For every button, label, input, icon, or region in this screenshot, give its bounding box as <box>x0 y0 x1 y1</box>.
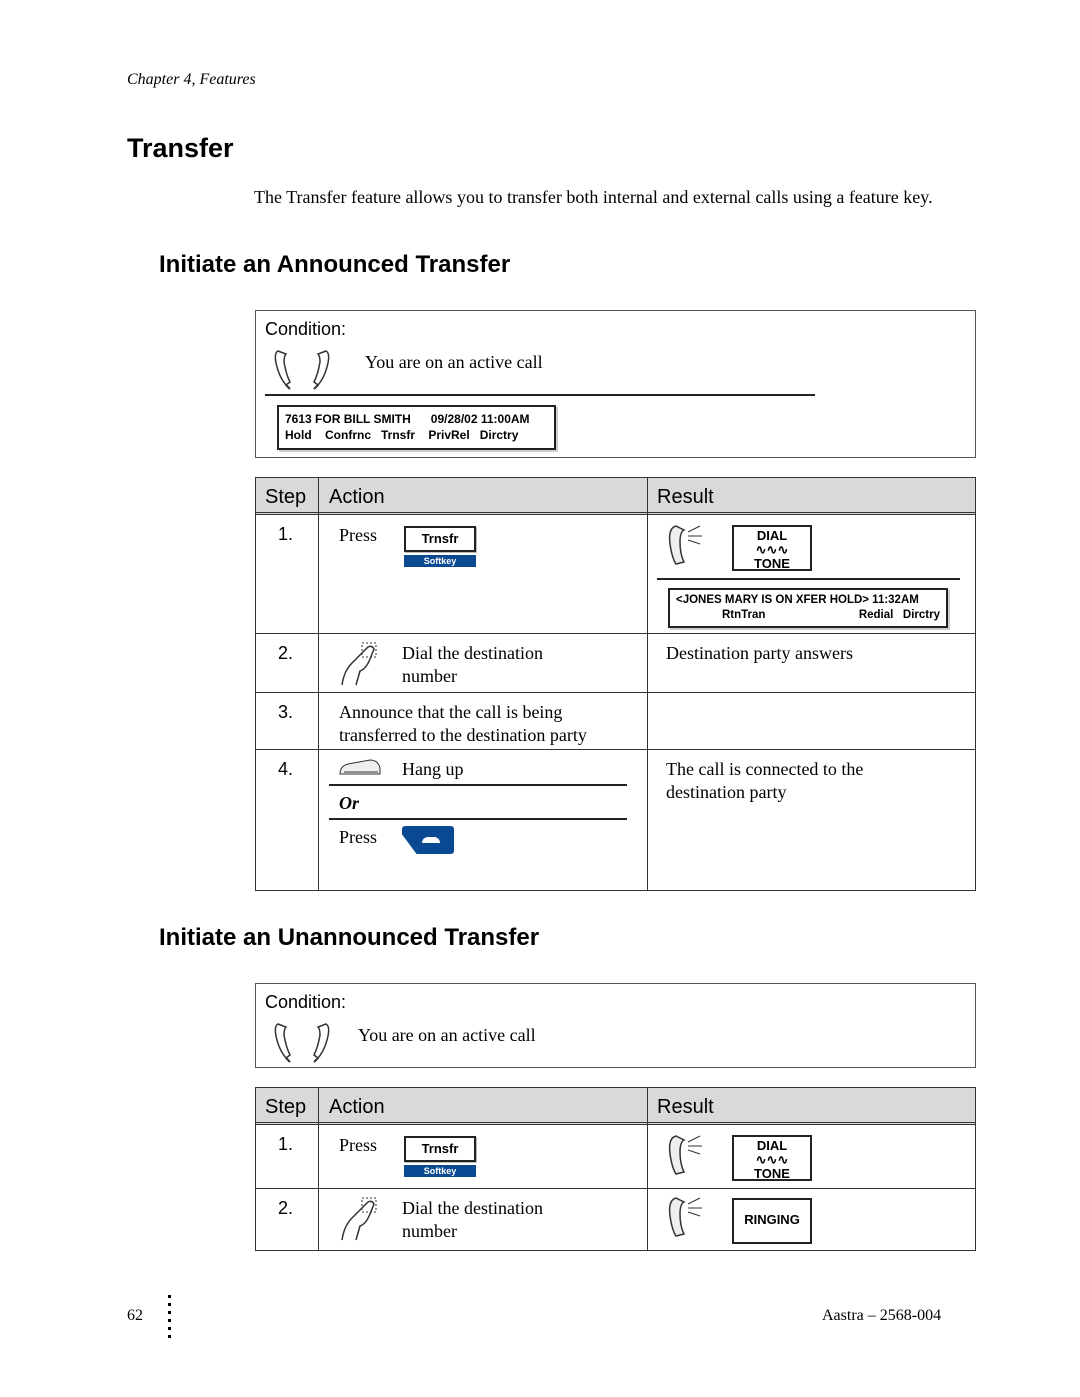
wave-icon: ∿∿∿ <box>755 1152 789 1167</box>
condition-label: Condition: <box>265 992 347 1012</box>
action-text: Press <box>339 525 378 545</box>
tone-bottom: TONE <box>754 556 790 571</box>
dial-tone-indicator: DIAL ∿∿∿ TONE <box>732 525 812 571</box>
col-step: Step <box>265 486 307 508</box>
divider <box>265 394 815 396</box>
trnsfr-softkey[interactable]: Trnsfr Softkey <box>404 526 476 567</box>
step-number: 3. <box>278 702 294 722</box>
condition-text: You are on an active call <box>365 352 543 372</box>
action-text: Dial the destination number <box>402 643 543 686</box>
col-result: Result <box>657 486 714 508</box>
steps-table-unannounced: Step Action Result 1. Press Trnsfr Softke… <box>255 1087 976 1251</box>
result-text: Destination party answers <box>666 643 853 663</box>
display-line-1: <JONES MARY IS ON XFER HOLD> 11:32AM <box>676 594 919 606</box>
or-label: Or <box>339 793 360 813</box>
condition-box: Condition: You are on an active call <box>255 983 976 1068</box>
condition-text: You are on an active call <box>358 1025 536 1045</box>
footer-dots <box>168 1295 171 1339</box>
step-number: 2. <box>278 643 294 663</box>
page-number: 62 <box>127 1307 143 1324</box>
handset-ringing-icon <box>668 1197 703 1237</box>
step-number: 1. <box>278 524 294 544</box>
tone-top: DIAL <box>756 528 788 543</box>
chapter-header: Chapter 4, Features <box>127 71 256 88</box>
dial-tone-indicator: DIAL ∿∿∿ TONE <box>732 1135 812 1181</box>
col-result: Result <box>657 1096 714 1118</box>
trnsfr-softkey[interactable]: Trnsfr Softkey <box>404 1136 476 1177</box>
action-text: Dial the destination number <box>402 1198 543 1241</box>
col-step: Step <box>265 1096 307 1118</box>
action-text: Announce that the call is being transfer… <box>339 702 587 745</box>
step-number: 4. <box>278 759 294 779</box>
xfer-hold-display: <JONES MARY IS ON XFER HOLD> 11:32AM RtnT… <box>668 588 948 628</box>
action-text: Hang up <box>402 759 464 779</box>
condition-label: Condition: <box>265 319 347 339</box>
handset-ringing-icon <box>668 525 703 565</box>
softkey-sub: Softkey <box>404 1165 476 1177</box>
condition-box: Condition: You are on an active call 761… <box>255 310 976 458</box>
display-softkey-rtntran: RtnTran <box>722 609 766 621</box>
col-action: Action <box>329 486 385 508</box>
display-line-1: 7613 FOR BILL SMITH 09/28/02 11:00AM <box>285 412 530 426</box>
tone-top: DIAL <box>756 1138 788 1153</box>
steps-table-announced: Step Action Result 1. Press Trnsfr Softke… <box>255 477 976 891</box>
handset-ringing-icon <box>668 1135 703 1175</box>
action-text: Press <box>339 1135 378 1155</box>
phone-display: 7613 FOR BILL SMITH 09/28/02 11:00AM Hold… <box>277 405 556 450</box>
softkey-sub: Softkey <box>404 555 476 567</box>
tone-bottom: TONE <box>754 1166 790 1181</box>
wave-icon: ∿∿∿ <box>755 542 789 557</box>
active-call-handsets-icon <box>274 350 330 390</box>
result-text: The call is connected to the destination… <box>666 759 864 802</box>
section-heading-announced: Initiate an Announced Transfer <box>159 251 511 278</box>
page-title: Transfer <box>127 133 234 163</box>
display-softkeys-right: Redial Dirctry <box>858 609 940 621</box>
col-action: Action <box>329 1096 385 1118</box>
dialing-hand-icon <box>341 1197 377 1241</box>
step-number: 2. <box>278 1198 294 1218</box>
softkey-label: Trnsfr <box>404 526 476 552</box>
hang-up-icon <box>422 837 440 843</box>
section-heading-unannounced: Initiate an Unannounced Transfer <box>159 924 540 951</box>
dialing-hand-icon <box>341 642 377 686</box>
document-id: Aastra – 2568-004 <box>822 1307 942 1324</box>
intro-paragraph: The Transfer feature allows you to trans… <box>254 187 933 207</box>
display-line-2: Hold Confrnc Trnsfr PrivRel Dirctry <box>285 428 519 442</box>
action-text: Press <box>339 827 378 847</box>
step-number: 1. <box>278 1134 294 1154</box>
active-call-handsets-icon <box>274 1023 330 1063</box>
softkey-label: Trnsfr <box>404 1136 476 1162</box>
ringing-indicator: RINGING <box>732 1198 812 1244</box>
hang-up-phone-icon <box>339 759 381 775</box>
release-key-button[interactable] <box>402 826 454 854</box>
